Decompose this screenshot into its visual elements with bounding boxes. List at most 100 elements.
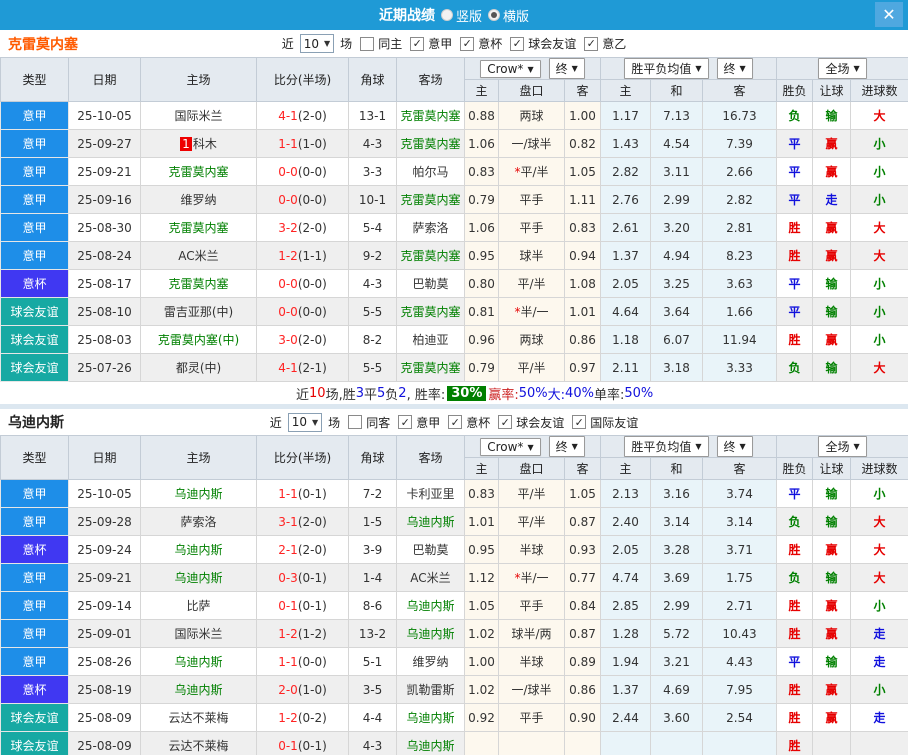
close-button[interactable]: ✕	[875, 2, 903, 27]
avg-away	[701, 731, 778, 755]
table-row: 意甲 25-09-16 维罗纳 0-0(0-0) 10-1 克雷莫内塞 0.79…	[0, 185, 908, 214]
goals-result-cell: 小	[850, 185, 908, 214]
avg-home: 2.82	[600, 157, 651, 186]
odds-home: 1.05	[464, 591, 499, 620]
league-checkbox-1[interactable]: ✓	[460, 36, 475, 51]
avg-final-dropdown[interactable]: 终 ▼	[716, 58, 753, 79]
avg-away: 2.71	[701, 591, 778, 620]
odds-source-dropdown[interactable]: Crow* ▼	[480, 438, 541, 456]
result-text: 大	[873, 221, 886, 235]
col-away: 客场	[396, 57, 465, 102]
league-badge: 球会友谊	[0, 353, 69, 382]
avg-draw: 2.99	[650, 591, 703, 620]
same-venue-checkbox-label[interactable]: 同客	[366, 414, 390, 431]
league-checkbox-2-label[interactable]: 球会友谊	[528, 35, 576, 52]
home-team: 克雷莫内塞(中)	[140, 325, 257, 354]
result-text: 走	[825, 193, 838, 207]
odds-source-dropdown[interactable]: Crow* ▼	[480, 60, 541, 78]
league-checkbox-0-label[interactable]: 意甲	[416, 414, 440, 431]
match-date: 25-08-26	[68, 647, 141, 676]
home-team: 都灵(中)	[140, 353, 257, 382]
avg-home: 2.40	[600, 507, 651, 536]
odds-home: 1.12	[464, 563, 499, 592]
result-cell: 胜	[776, 213, 814, 242]
league-checkbox-2[interactable]: ✓	[498, 415, 513, 429]
table-row: 意甲 25-10-05 国际米兰 4-1(2-0) 13-1 克雷莫内塞 0.8…	[0, 101, 908, 130]
league-checkbox-0-label[interactable]: 意甲	[428, 35, 452, 52]
league-checkbox-0[interactable]: ✓	[410, 36, 425, 51]
match-count-select[interactable]: 10 ▼	[299, 34, 335, 53]
match-scope-dropdown[interactable]: 全场 ▼	[818, 436, 867, 457]
league-checkbox-1[interactable]: ✓	[448, 415, 463, 429]
layout-horizontal-option[interactable]: 横版	[488, 6, 529, 25]
league-badge: 球会友谊	[0, 703, 69, 732]
avg-draw: 3.60	[650, 703, 703, 732]
avg-away: 3.71	[701, 535, 778, 564]
goals-result-cell: 大	[850, 535, 908, 564]
result-text: 输	[825, 655, 838, 669]
same-venue-checkbox[interactable]	[360, 36, 375, 51]
league-checkbox-3[interactable]: ✓	[572, 415, 587, 429]
avg-odds-dropdown[interactable]: 胜平负均值 ▼	[624, 436, 709, 457]
avg-draw: 7.13	[650, 101, 703, 130]
result-text: 大	[873, 543, 886, 557]
table-row: 意甲 25-09-01 国际米兰 1-2(1-2) 13-2 乌迪内斯 1.02…	[0, 619, 908, 648]
home-team: 云达不莱梅	[140, 731, 257, 755]
radio-selected-icon[interactable]	[488, 9, 500, 21]
away-team: 乌迪内斯	[396, 591, 465, 620]
avg-away: 7.39	[701, 129, 778, 158]
caret-down-icon: ▼	[527, 442, 534, 452]
odds-home: 0.80	[464, 269, 499, 298]
corners: 3-9	[348, 535, 397, 564]
league-checkbox-2[interactable]: ✓	[510, 36, 525, 51]
avg-home: 2.76	[600, 185, 651, 214]
caret-down-icon: ▼	[739, 442, 746, 451]
avg-away: 3.74	[701, 479, 778, 508]
away-team: 凯勒雷斯	[396, 675, 465, 704]
score: 3-0(2-0)	[256, 325, 349, 354]
same-venue-checkbox[interactable]	[348, 415, 363, 429]
league-checkbox-2-label[interactable]: 球会友谊	[516, 414, 564, 431]
league-checkbox-1-label[interactable]: 意杯	[466, 414, 490, 431]
away-team: 克雷莫内塞	[396, 353, 465, 382]
avg-final-dropdown[interactable]: 终 ▼	[716, 436, 753, 457]
away-team: 萨索洛	[396, 213, 465, 242]
handicap-result-cell: 输	[812, 563, 852, 592]
match-date: 25-09-01	[68, 619, 141, 648]
match-count-select[interactable]: 10 ▼	[287, 412, 323, 432]
league-checkbox-0[interactable]: ✓	[398, 415, 413, 429]
league-checkbox-3-label[interactable]: 国际友谊	[590, 414, 638, 431]
table-row: 意杯 25-08-17 克雷莫内塞 0-0(0-0) 4-3 巴勒莫 0.80 …	[0, 269, 908, 298]
radio-unselected-icon[interactable]	[440, 9, 453, 21]
match-date: 25-08-19	[68, 675, 141, 704]
avg-draw: 3.69	[650, 563, 703, 592]
result-text: 小	[873, 277, 886, 291]
table-row: 球会友谊 25-08-09 云达不莱梅 0-1(0-1) 4-3 乌迪内斯 胜	[0, 731, 908, 755]
table-row: 意杯 25-08-19 乌迪内斯 2-0(1-0) 3-5 凯勒雷斯 1.02 …	[0, 675, 908, 704]
odds-home: 0.92	[464, 703, 499, 732]
score: 1-1(1-0)	[256, 129, 349, 158]
avg-odds-dropdown[interactable]: 胜平负均值 ▼	[624, 58, 709, 79]
result-text: 平	[788, 305, 801, 319]
same-venue-checkbox-label[interactable]: 同主	[378, 35, 402, 52]
final-odds-dropdown[interactable]: 终 ▼	[548, 58, 585, 79]
table-header: 类型 日期 主场 比分(半场) 角球 客场 Crow* ▼ 终 ▼ 胜平负均值 ▼…	[0, 57, 908, 102]
summary-segment: 赢率:	[488, 387, 519, 403]
avg-draw	[650, 731, 703, 755]
summary-segment: 5	[377, 385, 386, 401]
odds-home: 1.06	[464, 213, 499, 242]
avg-home: 1.28	[600, 619, 651, 648]
final-odds-dropdown[interactable]: 终 ▼	[548, 436, 585, 457]
subcol-goals: 进球数	[850, 457, 908, 480]
corners: 13-2	[348, 619, 397, 648]
league-checkbox-1-label[interactable]: 意杯	[478, 35, 502, 52]
league-badge: 意甲	[0, 591, 69, 620]
league-checkbox-3-label[interactable]: 意乙	[602, 35, 626, 52]
corners: 3-5	[348, 675, 397, 704]
match-filters: 近 10 ▼ 场 同客 ✓ 意甲 ✓ 意杯 ✓ 球会友谊 ✓ 国际友谊	[270, 412, 638, 432]
result-text: 大	[873, 109, 886, 123]
league-checkbox-3[interactable]: ✓	[584, 36, 599, 51]
match-scope-dropdown[interactable]: 全场 ▼	[818, 58, 867, 79]
layout-vertical-option[interactable]: 竖版	[440, 6, 482, 25]
away-team: 克雷莫内塞	[396, 185, 465, 214]
